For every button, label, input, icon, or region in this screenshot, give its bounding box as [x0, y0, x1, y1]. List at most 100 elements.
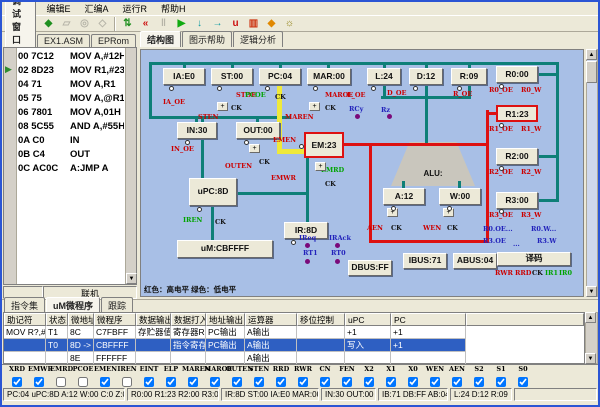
table-scrollbar[interactable]: ▲ ▼ [585, 312, 598, 364]
code-line[interactable]: 0A C0IN [18, 134, 124, 148]
register-box-r2: R2:00 [496, 148, 538, 165]
menu-help[interactable]: 帮助H [154, 2, 193, 15]
pause-icon: ‖ [155, 16, 172, 31]
logic-analyzer-icon[interactable]: ▥ [245, 16, 262, 31]
scroll-down-icon[interactable]: ▼ [126, 273, 137, 284]
code-line[interactable]: 0C AC0CA:JMP A [18, 162, 124, 176]
table-row[interactable]: MOV R?,#IIT18CC7FBFF存贮器值EM寄存器R?PC输出A输出+1… [4, 326, 584, 339]
code-address: 08 5C55 [18, 120, 70, 134]
io-port-icon[interactable]: ◆ [263, 16, 280, 31]
code-address: 0C AC0C [18, 162, 70, 176]
signal-label-irack: IRAck [329, 234, 351, 242]
code-address: 0B C4 [18, 148, 70, 162]
column-header[interactable]: 运算器 [245, 313, 297, 326]
column-header[interactable]: 微地址 [68, 313, 94, 326]
tab-diagram-help[interactable]: 图示帮助 [182, 31, 232, 47]
tab-logic-analysis[interactable]: 逻辑分析 [233, 31, 283, 47]
table-cell: T1 [46, 326, 68, 339]
signal-name: S1 [490, 365, 512, 374]
column-header[interactable]: 微程序 [94, 313, 136, 326]
signal-maren: MAREN [182, 365, 204, 386]
bus-wire [237, 192, 307, 195]
micro-u-icon[interactable]: u [227, 16, 244, 31]
signal-label-ck: CK [259, 158, 270, 166]
refresh-icon[interactable]: ⇅ [119, 16, 136, 31]
code-scrollbar[interactable]: ▼ [125, 48, 136, 284]
help-lamp-icon[interactable]: ☼ [281, 16, 298, 31]
signal-label-ck: CK [391, 224, 402, 232]
menu-run[interactable]: 运行R [116, 2, 155, 15]
signal-label-loe: L_OE [347, 91, 365, 99]
check-icon: ◇ [94, 16, 111, 31]
diagram-scroll-thumb[interactable] [586, 61, 597, 83]
column-header[interactable]: 助记符 [4, 313, 46, 326]
register-box-in: IN:30 [177, 122, 217, 139]
step-over-icon[interactable]: → [209, 16, 226, 31]
signal-name: X1 [380, 365, 402, 374]
bus-wire [425, 99, 428, 143]
signal-name: FEN [336, 365, 358, 374]
signal-emwr: EMWR [28, 365, 50, 386]
table-cell: 写入 [345, 339, 391, 352]
table-row[interactable]: T08D ->CBFFFF指令寄存器IRPC输出A输出写入+1 [4, 339, 584, 352]
tab-eprom[interactable]: EPRom [91, 34, 136, 47]
diagram-legend: 红色：高电平 绿色：低电平 [144, 284, 236, 295]
signal-label-ck: CK [447, 224, 458, 232]
scroll-down-icon[interactable]: ▼ [586, 286, 597, 297]
column-header[interactable]: 地址输出 [206, 313, 245, 326]
step-into-icon[interactable]: ↓ [191, 16, 208, 31]
connector-circle [244, 140, 249, 145]
scroll-up-icon[interactable]: ▲ [585, 312, 596, 323]
code-mnemonic: OUT [70, 148, 90, 162]
code-line[interactable]: 00 7C12MOV A,#12H [18, 50, 124, 64]
assemble-icon[interactable]: ◆ [40, 16, 57, 31]
signal-name: AEN [446, 365, 468, 374]
column-header[interactable]: 数据打入 [171, 313, 206, 326]
signal-name: XRD [6, 365, 28, 374]
left-tab-bar: 调试窗口 EX1.ASM EPRom [3, 32, 137, 47]
register-box-r3: R3:00 [496, 192, 538, 209]
tab-debug-window[interactable]: 调试窗口 [5, 0, 36, 47]
column-header[interactable]: PC [391, 313, 466, 326]
menu-edit[interactable]: 编辑E [40, 2, 78, 15]
signal-x2: X2 [358, 365, 380, 386]
signal-label-ck: CK [275, 93, 286, 101]
signal-label-emen: EMEN [273, 136, 296, 144]
column-header[interactable]: uPC [345, 313, 391, 326]
scroll-down-icon[interactable]: ▼ [585, 353, 596, 364]
register-box-w: W:00 [439, 188, 481, 205]
column-header[interactable]: 移位控制 [297, 313, 345, 326]
scroll-up-icon[interactable]: ▲ [586, 49, 597, 60]
status-bar: PC:04 uPC:8D A:12 W:00 C:0 Z:0 R0:00 R1:… [2, 386, 598, 405]
signal-label-iren: IREN [183, 216, 202, 224]
signal-label-maren: MAREN [285, 113, 314, 121]
code-line[interactable]: 0B C4OUT [18, 148, 124, 162]
code-line[interactable]: 05 75MOV A,@R1 [18, 92, 124, 106]
diagram-scrollbar[interactable]: ▲ ▼ [586, 49, 598, 297]
tab-instruction-set[interactable]: 指令集 [4, 297, 45, 313]
signal-iren: IREN [116, 365, 138, 386]
reset-icon[interactable]: « [137, 16, 154, 31]
column-header[interactable]: 状态 [46, 313, 68, 326]
code-line[interactable]: 04 71MOV A,R1 [18, 78, 124, 92]
menu-assemble[interactable]: 汇编A [78, 2, 116, 15]
code-line[interactable]: 08 5C55AND A,#55H [18, 120, 124, 134]
tab-um-microprogram[interactable]: uM微程序 [46, 297, 100, 313]
column-header[interactable]: 数据输出 [136, 313, 171, 326]
signal-label-pcoe: PCOE [245, 91, 266, 99]
signal-dot [305, 259, 310, 264]
tab-structure-diagram[interactable]: 结构图 [140, 31, 181, 47]
code-line[interactable]: 02 8D23MOV R1,#23H [18, 64, 124, 78]
register-box-decoder: 译码 [497, 252, 571, 266]
code-mnemonic: AND A,#55H [70, 120, 124, 134]
signal-eint: EINT [138, 365, 160, 386]
signal-label-r0w: R0_W [521, 86, 541, 94]
code-line[interactable]: 06 7801MOV A,01H [18, 106, 124, 120]
signal-pcoe: PCOE [72, 365, 94, 386]
signal-x1: X1 [380, 365, 402, 386]
signal-label-wen: WEN [423, 224, 441, 232]
tab-ex1-asm[interactable]: EX1.ASM [37, 34, 90, 47]
copy-icon: ▱ [58, 16, 75, 31]
tab-trace[interactable]: 跟踪 [101, 297, 133, 313]
run-icon[interactable]: ▶ [173, 16, 190, 31]
